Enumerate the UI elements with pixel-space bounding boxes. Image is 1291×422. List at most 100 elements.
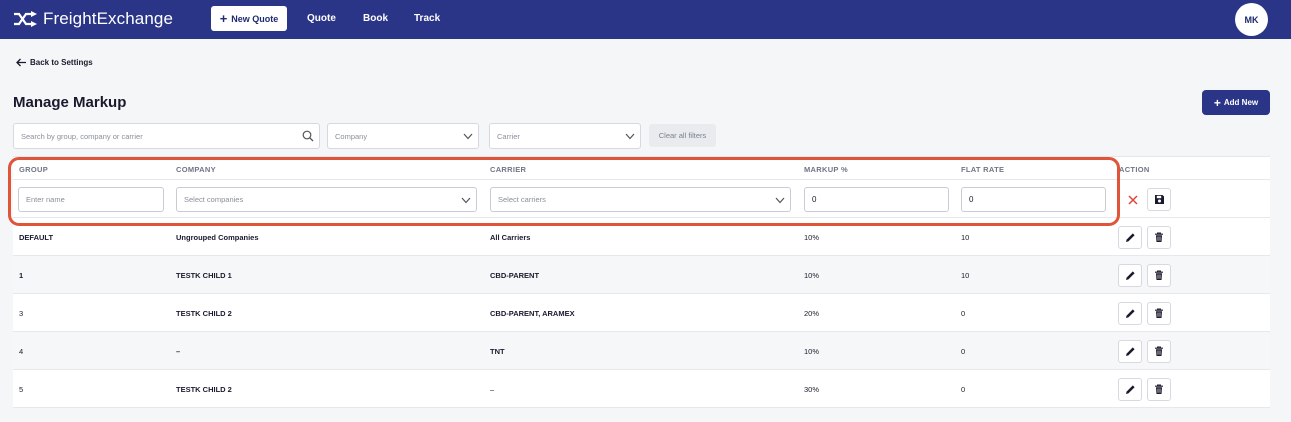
cell-markup: 20% [804, 309, 820, 318]
search-input[interactable]: Search by group, company or carrier [13, 123, 320, 149]
cell-company: TESTK CHILD 2 [176, 385, 232, 394]
markup-input[interactable]: 0 [804, 187, 949, 212]
new-quote-button[interactable]: + New Quote [211, 6, 287, 31]
pencil-icon [1125, 309, 1135, 318]
company-filter-placeholder: Company [335, 131, 368, 141]
cell-company: – [176, 347, 181, 356]
company-select[interactable]: Select companies [176, 187, 477, 212]
company-select-placeholder: Select companies [184, 195, 244, 204]
trash-icon [1155, 384, 1163, 394]
pencil-icon [1125, 347, 1135, 356]
delete-button[interactable] [1147, 378, 1171, 401]
cell-carrier: All Carriers [490, 233, 531, 242]
trash-icon [1155, 308, 1163, 318]
freight-exchange-logo-icon [14, 11, 37, 27]
header-company: COMPANY [176, 165, 216, 174]
edit-button[interactable] [1118, 302, 1142, 325]
cell-company: Ungrouped Companies [176, 233, 259, 242]
trash-icon [1155, 232, 1163, 242]
trash-icon [1155, 346, 1163, 356]
table-row: 5 TESTK CHILD 2 – 30% 0 [13, 370, 1270, 408]
table-row: 3 TESTK CHILD 2 CBD-PARENT, ARAMEX 20% 0 [13, 294, 1270, 332]
company-filter-select[interactable]: Company [327, 123, 479, 149]
cell-markup: 10% [804, 271, 820, 280]
edit-button[interactable] [1118, 378, 1142, 401]
group-name-input[interactable]: Enter name [18, 187, 164, 212]
add-new-label: Add New [1223, 98, 1259, 107]
cell-flat-rate: 0 [961, 309, 966, 318]
new-quote-label: New Quote [231, 13, 279, 24]
cell-markup: 30% [804, 385, 820, 394]
flat-rate-input-value: 0 [969, 195, 974, 204]
cell-group: 4 [19, 347, 24, 356]
arrow-left-icon [16, 58, 26, 67]
trash-icon [1155, 270, 1163, 280]
carrier-select-placeholder: Select carriers [498, 195, 546, 204]
group-name-placeholder: Enter name [26, 195, 65, 204]
user-avatar[interactable]: MK [1235, 3, 1268, 36]
chevron-down-icon [775, 197, 785, 204]
cell-carrier: CBD-PARENT [490, 271, 540, 280]
table-row: 1 TESTK CHILD 1 CBD-PARENT 10% 10 [13, 256, 1270, 294]
app-logo[interactable]: FreightExchange [13, 8, 173, 30]
plus-icon: + [219, 11, 228, 26]
nav-link-book[interactable]: Book [363, 13, 388, 24]
delete-button[interactable] [1147, 340, 1171, 363]
back-link-label: Back to Settings [30, 58, 93, 67]
header-action: ACTION [1119, 165, 1150, 174]
cell-carrier: CBD-PARENT, ARAMEX [490, 309, 575, 318]
cancel-button[interactable] [1121, 188, 1145, 211]
cell-carrier: TNT [490, 347, 505, 356]
cell-flat-rate: 10 [961, 271, 970, 280]
markup-input-value: 0 [812, 195, 817, 204]
delete-button[interactable] [1147, 226, 1171, 249]
table-row: 4 – TNT 10% 0 [13, 332, 1270, 370]
header-carrier: CARRIER [490, 165, 527, 174]
new-markup-row: Enter name Select companies Select carri… [13, 180, 1270, 218]
search-icon [302, 130, 314, 142]
logo-text: FreightExchange [43, 9, 174, 28]
nav-link-track[interactable]: Track [414, 13, 440, 24]
cell-markup: 10% [804, 233, 820, 242]
cell-company: TESTK CHILD 1 [176, 271, 232, 280]
cell-group: 3 [19, 309, 24, 318]
cell-markup: 10% [804, 347, 820, 356]
close-icon [1128, 194, 1138, 205]
pencil-icon [1125, 385, 1135, 394]
chevron-down-icon [625, 133, 635, 140]
cell-group: 1 [19, 271, 24, 280]
nav-link-quote[interactable]: Quote [307, 13, 336, 24]
flat-rate-input[interactable]: 0 [961, 187, 1106, 212]
header-flat-rate: FLAT RATE [961, 165, 1005, 174]
carrier-select[interactable]: Select carriers [490, 187, 791, 212]
cell-carrier: – [490, 385, 495, 394]
carrier-filter-placeholder: Carrier [497, 131, 520, 141]
back-to-settings-link[interactable]: Back to Settings [16, 58, 93, 67]
pencil-icon [1125, 233, 1135, 242]
cell-group: DEFAULT [19, 233, 54, 242]
clear-all-filters-button[interactable]: Clear all filters [649, 124, 716, 147]
edit-button[interactable] [1118, 340, 1142, 363]
table-row: DEFAULT Ungrouped Companies All Carriers… [13, 218, 1270, 256]
top-nav-bar: FreightExchange + New Quote Quote Book T… [0, 0, 1291, 39]
edit-button[interactable] [1118, 264, 1142, 287]
carrier-filter-select[interactable]: Carrier [489, 123, 641, 149]
markup-table: GROUP COMPANY CARRIER MARKUP % FLAT RATE… [13, 156, 1270, 408]
plus-icon: + [1213, 95, 1221, 110]
chevron-down-icon [461, 197, 471, 204]
cell-flat-rate: 0 [961, 347, 966, 356]
header-markup: MARKUP % [804, 165, 848, 174]
delete-button[interactable] [1147, 302, 1171, 325]
header-group: GROUP [19, 165, 49, 174]
edit-button[interactable] [1118, 226, 1142, 249]
page-title: Manage Markup [13, 94, 127, 111]
delete-button[interactable] [1147, 264, 1171, 287]
chevron-down-icon [463, 133, 473, 140]
search-placeholder: Search by group, company or carrier [21, 131, 143, 141]
avatar-initials: MK [1244, 14, 1259, 25]
add-new-button[interactable]: + Add New [1202, 90, 1270, 115]
floppy-disk-icon [1154, 195, 1164, 204]
cell-flat-rate: 0 [961, 385, 966, 394]
pencil-icon [1125, 271, 1135, 280]
save-button[interactable] [1147, 188, 1171, 211]
